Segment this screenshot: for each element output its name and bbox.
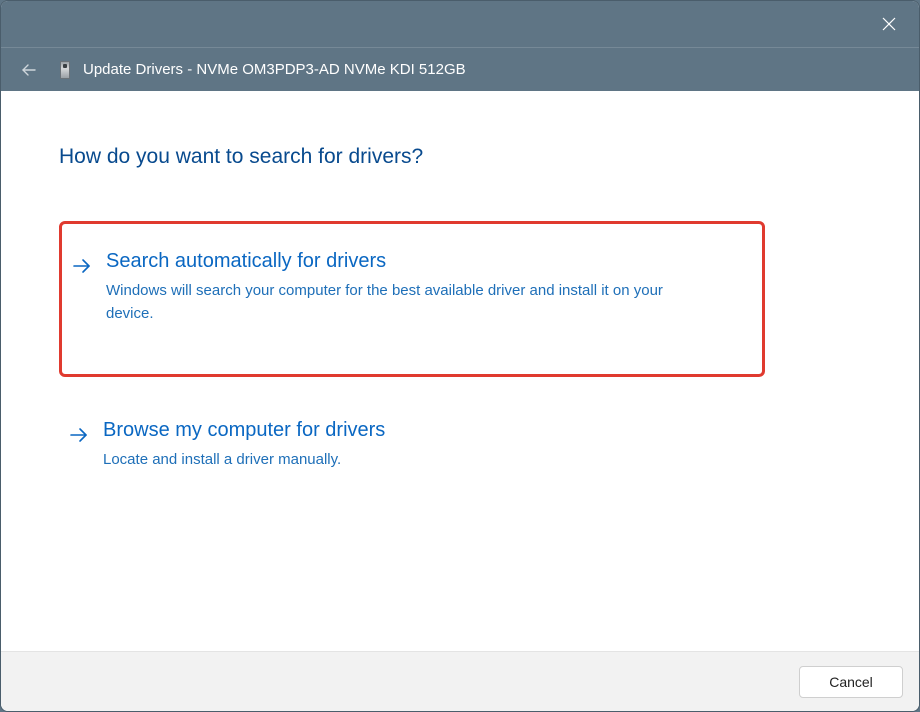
option-browse-computer[interactable]: Browse my computer for drivers Locate an… bbox=[59, 409, 865, 485]
arrow-right-icon bbox=[69, 425, 89, 450]
titlebar bbox=[1, 1, 919, 47]
close-icon bbox=[882, 17, 896, 31]
option-title: Browse my computer for drivers bbox=[103, 419, 853, 442]
update-drivers-dialog: Update Drivers - NVMe OM3PDP3-AD NVMe KD… bbox=[0, 0, 920, 712]
option-title: Search automatically for drivers bbox=[106, 250, 744, 273]
device-icon bbox=[57, 60, 73, 80]
option-body: Search automatically for drivers Windows… bbox=[106, 250, 744, 326]
header: Update Drivers - NVMe OM3PDP3-AD NVMe KD… bbox=[1, 47, 919, 91]
option-description: Windows will search your computer for th… bbox=[106, 279, 706, 326]
close-button[interactable] bbox=[871, 6, 907, 42]
window-title: Update Drivers - NVMe OM3PDP3-AD NVMe KD… bbox=[83, 61, 466, 78]
cancel-button[interactable]: Cancel bbox=[799, 666, 903, 698]
footer: Cancel bbox=[1, 651, 919, 711]
page-heading: How do you want to search for drivers? bbox=[59, 145, 865, 169]
arrow-left-icon bbox=[21, 62, 37, 78]
back-button[interactable] bbox=[17, 58, 41, 82]
arrow-right-icon bbox=[72, 256, 92, 281]
window-title-wrap: Update Drivers - NVMe OM3PDP3-AD NVMe KD… bbox=[57, 60, 466, 80]
option-description: Locate and install a driver manually. bbox=[103, 448, 703, 471]
option-body: Browse my computer for drivers Locate an… bbox=[103, 419, 853, 471]
content-area: How do you want to search for drivers? S… bbox=[1, 91, 919, 651]
option-search-automatically[interactable]: Search automatically for drivers Windows… bbox=[59, 221, 765, 377]
